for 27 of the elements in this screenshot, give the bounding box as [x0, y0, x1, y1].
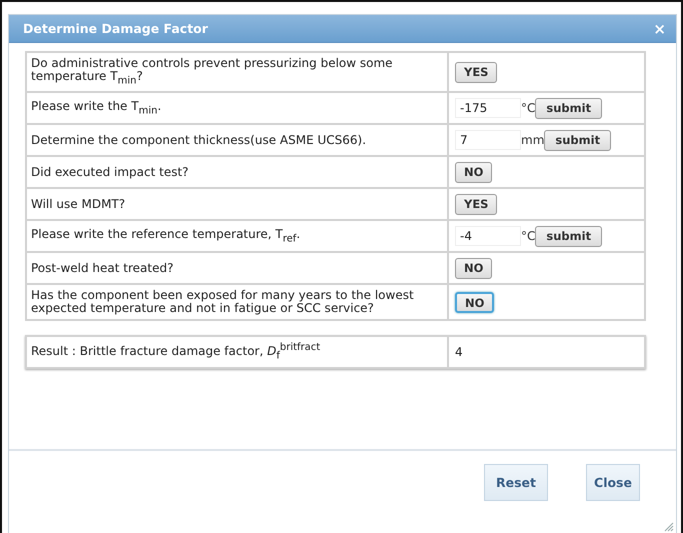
answer-button[interactable]: NO	[455, 162, 492, 183]
question-cell: Did executed impact test?	[26, 156, 448, 188]
resize-grip-icon[interactable]	[664, 522, 674, 532]
submit-button[interactable]: submit	[535, 98, 602, 119]
unit-label: °C	[521, 101, 536, 116]
dialog-title: Determine Damage Factor	[23, 21, 208, 36]
question-cell: Post-weld heat treated?	[26, 252, 448, 284]
answer-button[interactable]: NO	[455, 292, 494, 313]
question-cell: Please write the T$_{min}$.	[26, 92, 448, 124]
answer-button[interactable]: YES	[455, 194, 498, 215]
answer-button[interactable]: NO	[455, 258, 492, 279]
question-cell: Has the component been exposed for many years to the lowest expected temperature and not in fatigue or SCC service?	[26, 284, 448, 320]
result-value: 4	[448, 336, 645, 368]
dialog-button[interactable]: Reset	[484, 464, 548, 501]
unit-label: °C	[521, 229, 536, 244]
question-cell: Do administrative controls prevent pressurizing below some temperature T$_{min}$?	[26, 52, 448, 92]
answer-button[interactable]: YES	[455, 62, 498, 83]
unit-label: mm	[521, 133, 544, 148]
input-field[interactable]: -4	[455, 226, 521, 246]
input-field[interactable]: -175	[455, 98, 521, 118]
submit-button[interactable]: submit	[535, 226, 602, 247]
question-cell: Will use MDMT?	[26, 188, 448, 220]
dialog-button[interactable]: Close	[586, 464, 640, 501]
input-field[interactable]: 7	[455, 130, 521, 150]
question-cell: Please write the reference temperature, T$_{ref}$.	[26, 220, 448, 252]
question-cell: Determine the component thickness(use ASME UCS66).	[26, 124, 448, 156]
submit-button[interactable]: submit	[544, 130, 612, 151]
